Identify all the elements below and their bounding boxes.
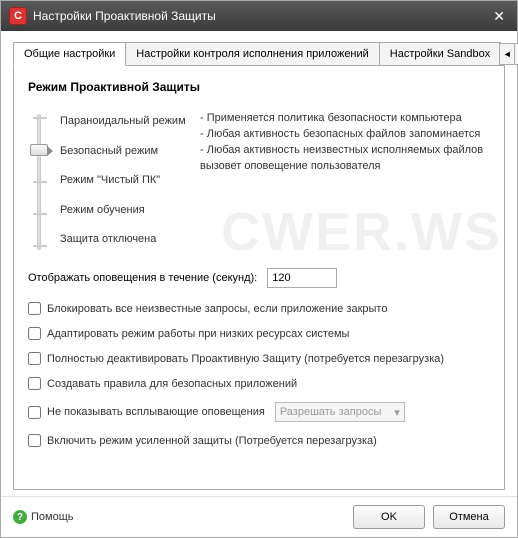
checkbox-adapt-resources[interactable] [28, 327, 41, 340]
check-no-popups: Не показывать всплывающие оповещения Раз… [28, 402, 490, 422]
settings-window: C Настройки Проактивной Защиты ✕ CWER.WS… [0, 0, 518, 538]
checkbox-no-popups[interactable] [28, 406, 41, 419]
mode-desc-line: - Любая активность неизвестных исполняем… [200, 142, 490, 174]
tab-general[interactable]: Общие настройки [13, 42, 126, 66]
check-label: Блокировать все неизвестные запросы, есл… [47, 303, 387, 315]
footer: ? Помощь OK Отмена [1, 496, 517, 537]
check-adapt-resources: Адаптировать режим работы при низких рес… [28, 327, 490, 340]
slider-tick [33, 213, 47, 215]
tab-scroll-right-icon[interactable]: ► [514, 43, 518, 65]
slider-tick [33, 245, 47, 247]
checkbox-deactivate[interactable] [28, 352, 41, 365]
cancel-button[interactable]: Отмена [433, 505, 505, 529]
tab-scroll-left-icon[interactable]: ◄ [499, 43, 515, 65]
check-create-rules: Создавать правила для безопасных приложе… [28, 377, 490, 390]
mode-label-paranoid[interactable]: Параноидальный режим [60, 110, 190, 132]
combo-value: Разрешать запросы [280, 406, 382, 418]
help-label: Помощь [31, 511, 74, 523]
check-label: Не показывать всплывающие оповещения [47, 406, 265, 418]
checkbox-enhanced[interactable] [28, 434, 41, 447]
mode-selector: Параноидальный режим Безопасный режим Ре… [28, 108, 490, 252]
mode-desc-line: - Применяется политика безопасности комп… [200, 110, 490, 126]
app-icon: C [9, 7, 27, 25]
mode-label-off[interactable]: Защита отключена [60, 228, 190, 250]
close-icon[interactable]: ✕ [489, 8, 509, 25]
slider-handle-icon[interactable] [30, 144, 48, 156]
check-label: Создавать правила для безопасных приложе… [47, 378, 297, 390]
timeout-label: Отображать оповещения в течение (секунд)… [28, 272, 257, 284]
mode-desc-line: - Любая активность безопасных файлов зап… [200, 126, 490, 142]
help-icon: ? [13, 510, 27, 524]
check-deactivate: Полностью деактивировать Проактивную Защ… [28, 352, 490, 365]
content-area: CWER.WS Общие настройки Настройки контро… [1, 31, 517, 496]
timeout-input[interactable] [267, 268, 337, 288]
tab-exec-control[interactable]: Настройки контроля исполнения приложений [125, 42, 380, 65]
check-label: Полностью деактивировать Проактивную Защ… [47, 353, 444, 365]
ok-button[interactable]: OK [353, 505, 425, 529]
chevron-down-icon: ▾ [394, 406, 400, 419]
tab-sandbox[interactable]: Настройки Sandbox [379, 42, 501, 65]
mode-slider[interactable] [37, 114, 41, 250]
check-label: Адаптировать режим работы при низких рес… [47, 328, 349, 340]
footer-buttons: OK Отмена [353, 505, 505, 529]
slider-column [28, 108, 50, 252]
popup-action-combo[interactable]: Разрешать запросы ▾ [275, 402, 405, 422]
checkbox-block-unknown[interactable] [28, 302, 41, 315]
check-label: Включить режим усиленной защиты (Потребу… [47, 435, 377, 447]
check-enhanced: Включить режим усиленной защиты (Потребу… [28, 434, 490, 447]
checkbox-create-rules[interactable] [28, 377, 41, 390]
tab-bar: Общие настройки Настройки контроля испол… [13, 41, 505, 66]
mode-description: - Применяется политика безопасности комп… [200, 108, 490, 252]
tab-panel-general: Режим Проактивной Защиты Параноидальный … [13, 66, 505, 490]
titlebar[interactable]: C Настройки Проактивной Защиты ✕ [1, 1, 517, 31]
tab-scroll: ◄ ► [500, 43, 518, 65]
slider-tick [33, 181, 47, 183]
window-title: Настройки Проактивной Защиты [33, 9, 489, 23]
check-block-unknown: Блокировать все неизвестные запросы, есл… [28, 302, 490, 315]
slider-tick [33, 117, 47, 119]
mode-labels: Параноидальный режим Безопасный режим Ре… [60, 108, 190, 252]
help-link[interactable]: ? Помощь [13, 510, 74, 524]
section-title: Режим Проактивной Защиты [28, 80, 490, 94]
mode-label-safe[interactable]: Безопасный режим [60, 140, 190, 162]
mode-label-clean[interactable]: Режим "Чистый ПК" [60, 169, 190, 191]
mode-label-learning[interactable]: Режим обучения [60, 199, 190, 221]
timeout-row: Отображать оповещения в течение (секунд)… [28, 268, 490, 288]
